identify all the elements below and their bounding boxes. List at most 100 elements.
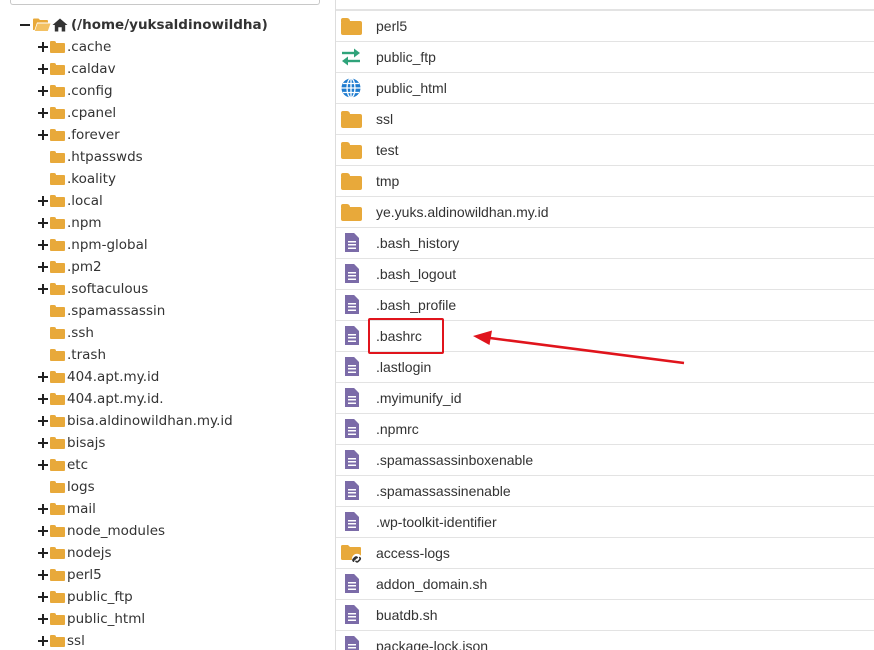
- file-row[interactable]: .bash_history: [336, 227, 874, 258]
- tree-item[interactable]: .local: [37, 190, 103, 212]
- tree-item-label: .cpanel: [67, 105, 117, 121]
- file-row[interactable]: .npmrc: [336, 413, 874, 444]
- tree-item[interactable]: .htpasswds: [37, 146, 143, 168]
- tree-item[interactable]: etc: [37, 454, 88, 476]
- file-name[interactable]: .wp-toolkit-identifier: [376, 507, 497, 538]
- expand-icon[interactable]: [37, 124, 49, 146]
- tree-item[interactable]: .config: [37, 80, 113, 102]
- folder-icon: [50, 459, 65, 471]
- file-name[interactable]: .spamassassinboxenable: [376, 445, 533, 476]
- expand-icon[interactable]: [37, 498, 49, 520]
- expand-icon[interactable]: [37, 564, 49, 586]
- expand-icon[interactable]: [37, 410, 49, 432]
- file-row[interactable]: ye.yuks.aldinowildhan.my.id: [336, 196, 874, 227]
- tree-item[interactable]: 404.apt.my.id: [37, 366, 159, 388]
- tree-root-node[interactable]: (/home/yuksaldinowildha): [19, 14, 268, 36]
- expand-icon[interactable]: [37, 608, 49, 630]
- file-name[interactable]: access-logs: [376, 538, 450, 569]
- tree-item[interactable]: ssl: [37, 630, 85, 650]
- tree-item[interactable]: public_ftp: [37, 586, 133, 608]
- file-name[interactable]: addon_domain.sh: [376, 569, 487, 600]
- tree-item[interactable]: .forever: [37, 124, 120, 146]
- file-row[interactable]: public_ftp: [336, 41, 874, 72]
- expand-icon[interactable]: [37, 212, 49, 234]
- file-row[interactable]: tmp: [336, 165, 874, 196]
- folder-icon: [50, 481, 65, 493]
- file-row[interactable]: .bash_profile: [336, 289, 874, 320]
- tree-item[interactable]: .koality: [37, 168, 116, 190]
- file-name[interactable]: .npmrc: [376, 414, 419, 445]
- file-name[interactable]: ye.yuks.aldinowildhan.my.id: [376, 197, 549, 228]
- file-row[interactable]: .wp-toolkit-identifier: [336, 506, 874, 537]
- file-row[interactable]: public_html: [336, 72, 874, 103]
- tree-item[interactable]: .caldav: [37, 58, 116, 80]
- expand-icon[interactable]: [37, 102, 49, 124]
- expand-icon[interactable]: [37, 454, 49, 476]
- expand-icon[interactable]: [37, 234, 49, 256]
- file-name[interactable]: tmp: [376, 166, 399, 197]
- expand-icon[interactable]: [37, 80, 49, 102]
- expand-icon[interactable]: [37, 520, 49, 542]
- file-name[interactable]: .bash_history: [376, 228, 459, 259]
- expand-icon[interactable]: [37, 432, 49, 454]
- file-row[interactable]: package-lock.json: [336, 630, 874, 650]
- folder-icon: [50, 437, 65, 449]
- tree-item[interactable]: 404.apt.my.id.: [37, 388, 164, 410]
- tree-item[interactable]: .cache: [37, 36, 111, 58]
- file-row[interactable]: .bash_logout: [336, 258, 874, 289]
- file-name[interactable]: .bash_profile: [376, 290, 456, 321]
- tree-item[interactable]: bisa.aldinowildhan.my.id: [37, 410, 233, 432]
- collapse-icon[interactable]: [19, 14, 31, 36]
- file-name[interactable]: .spamassassinenable: [376, 476, 511, 507]
- file-row[interactable]: .spamassassinenable: [336, 475, 874, 506]
- file-name[interactable]: buatdb.sh: [376, 600, 438, 631]
- document-icon: [340, 480, 362, 502]
- expand-icon[interactable]: [37, 190, 49, 212]
- file-row[interactable]: .myimunify_id: [336, 382, 874, 413]
- file-name[interactable]: public_ftp: [376, 42, 436, 73]
- expand-icon[interactable]: [37, 388, 49, 410]
- file-name[interactable]: test: [376, 135, 399, 166]
- tree-item[interactable]: .softaculous: [37, 278, 148, 300]
- file-row[interactable]: .spamassassinboxenable: [336, 444, 874, 475]
- tree-item[interactable]: .ssh: [37, 322, 94, 344]
- tree-item[interactable]: logs: [37, 476, 95, 498]
- tree-item[interactable]: mail: [37, 498, 96, 520]
- file-row[interactable]: access-logs: [336, 537, 874, 568]
- tree-item[interactable]: .pm2: [37, 256, 102, 278]
- tree-item[interactable]: node_modules: [37, 520, 165, 542]
- file-row[interactable]: test: [336, 134, 874, 165]
- file-row[interactable]: addon_domain.sh: [336, 568, 874, 599]
- expand-icon[interactable]: [37, 586, 49, 608]
- tree-item[interactable]: .trash: [37, 344, 106, 366]
- expand-icon[interactable]: [37, 542, 49, 564]
- expand-icon[interactable]: [37, 366, 49, 388]
- expand-icon[interactable]: [37, 256, 49, 278]
- file-name[interactable]: .bash_logout: [376, 259, 456, 290]
- tree-search-box[interactable]: [10, 0, 320, 5]
- folder-icon: [50, 371, 65, 383]
- file-name[interactable]: perl5: [376, 11, 407, 42]
- tree-item[interactable]: bisajs: [37, 432, 105, 454]
- expand-icon[interactable]: [37, 278, 49, 300]
- tree-item[interactable]: .cpanel: [37, 102, 116, 124]
- tree-item[interactable]: public_html: [37, 608, 145, 630]
- expand-icon[interactable]: [37, 36, 49, 58]
- tree-item[interactable]: .spamassassin: [37, 300, 165, 322]
- expand-icon[interactable]: [37, 630, 49, 650]
- tree-item[interactable]: .npm-global: [37, 234, 148, 256]
- tree-item[interactable]: nodejs: [37, 542, 111, 564]
- file-name[interactable]: ssl: [376, 104, 393, 135]
- folder-icon: [50, 547, 65, 559]
- file-name[interactable]: .lastlogin: [376, 352, 431, 383]
- file-name[interactable]: .myimunify_id: [376, 383, 462, 414]
- expand-icon[interactable]: [37, 58, 49, 80]
- file-name[interactable]: public_html: [376, 73, 447, 104]
- file-row[interactable]: buatdb.sh: [336, 599, 874, 630]
- file-row[interactable]: perl5: [336, 10, 874, 41]
- tree-item[interactable]: .npm: [37, 212, 102, 234]
- document-icon: [340, 387, 362, 409]
- tree-item[interactable]: perl5: [37, 564, 102, 586]
- file-row[interactable]: ssl: [336, 103, 874, 134]
- file-name[interactable]: package-lock.json: [376, 631, 488, 650]
